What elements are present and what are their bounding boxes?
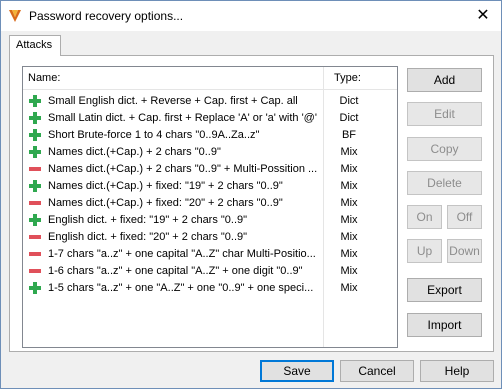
attacks-list[interactable]: Name: Type: Small English dict. + Revers… [22, 66, 398, 348]
table-row[interactable]: 1-6 chars "a..z" + one capital "A..Z" + … [23, 263, 397, 280]
delete-button[interactable]: Delete [407, 171, 482, 195]
table-row[interactable]: Names dict.(+Cap.) + 2 chars "0..9" + Mu… [23, 161, 397, 178]
table-row[interactable]: Small Latin dict. + Cap. first + Replace… [23, 110, 397, 127]
plus-icon[interactable] [29, 214, 41, 226]
table-row[interactable]: Names dict.(+Cap.) + 2 chars "0..9" Mix [23, 144, 397, 161]
row-name: 1-6 chars "a..z" + one capital "A..Z" + … [48, 265, 303, 277]
close-button[interactable]: ✕ [471, 6, 495, 26]
plus-icon[interactable] [29, 129, 41, 141]
plus-icon[interactable] [29, 95, 41, 107]
down-button[interactable]: Down [447, 239, 482, 263]
help-button[interactable]: Help [420, 360, 494, 382]
save-button[interactable]: Save [260, 360, 334, 382]
column-header-type[interactable]: Type: [334, 72, 361, 84]
up-button[interactable]: Up [407, 239, 442, 263]
tab-label: Attacks [16, 39, 53, 51]
row-name: Small English dict. + Reverse + Cap. fir… [48, 95, 298, 107]
table-row[interactable]: 1-5 chars "a..z" + one "A..Z" + one "0..… [23, 280, 397, 297]
plus-icon[interactable] [29, 282, 41, 294]
row-type: Mix [340, 146, 358, 158]
row-type: Mix [340, 163, 358, 175]
add-button[interactable]: Add [407, 68, 482, 92]
row-type: Mix [340, 180, 358, 192]
row-type: Mix [340, 248, 358, 260]
attacks-panel: Name: Type: Small English dict. + Revers… [9, 55, 494, 352]
minus-icon[interactable] [29, 265, 41, 277]
plus-icon[interactable] [29, 180, 41, 192]
row-name: Names dict.(+Cap.) + fixed: "20" + 2 cha… [48, 197, 283, 209]
off-button[interactable]: Off [447, 205, 482, 229]
copy-button[interactable]: Copy [407, 137, 482, 161]
row-type: Mix [340, 282, 358, 294]
table-row[interactable]: English dict. + fixed: "20" + 2 chars "0… [23, 229, 397, 246]
row-name: Names dict.(+Cap.) + 2 chars "0..9" [48, 146, 221, 158]
minus-icon[interactable] [29, 197, 41, 209]
title-bar[interactable]: Password recovery options... ✕ [1, 1, 501, 31]
row-name: Names dict.(+Cap.) + 2 chars "0..9" + Mu… [48, 163, 318, 175]
row-type: Mix [340, 214, 358, 226]
export-button[interactable]: Export [407, 278, 482, 302]
cancel-button[interactable]: Cancel [340, 360, 414, 382]
row-name: Names dict.(+Cap.) + fixed: "19" + 2 cha… [48, 180, 283, 192]
row-type: Mix [340, 265, 358, 277]
close-icon: ✕ [476, 7, 490, 24]
row-type: BF [341, 129, 357, 141]
column-header-name[interactable]: Name: [28, 72, 60, 84]
plus-icon[interactable] [29, 112, 41, 124]
app-logo-icon [9, 10, 21, 22]
minus-icon[interactable] [29, 231, 41, 243]
window-title: Password recovery options... [29, 9, 184, 23]
row-name: English dict. + fixed: "19" + 2 chars "0… [48, 214, 248, 226]
minus-icon[interactable] [29, 163, 41, 175]
table-row[interactable]: 1-7 chars "a..z" + one capital "A..Z" ch… [23, 246, 397, 263]
row-name: 1-7 chars "a..z" + one capital "A..Z" ch… [48, 248, 316, 260]
edit-button[interactable]: Edit [407, 102, 482, 126]
row-name: Small Latin dict. + Cap. first + Replace… [48, 112, 317, 124]
table-row[interactable]: Names dict.(+Cap.) + fixed: "19" + 2 cha… [23, 178, 397, 195]
row-type: Mix [340, 197, 358, 209]
row-name: English dict. + fixed: "20" + 2 chars "0… [48, 231, 248, 243]
row-type: Mix [340, 231, 358, 243]
row-name: Short Brute-force 1 to 4 chars "0..9A..Z… [48, 129, 260, 141]
on-button[interactable]: On [407, 205, 442, 229]
table-row[interactable]: Names dict.(+Cap.) + fixed: "20" + 2 cha… [23, 195, 397, 212]
table-row[interactable]: Short Brute-force 1 to 4 chars "0..9A..Z… [23, 127, 397, 144]
table-row[interactable]: Small English dict. + Reverse + Cap. fir… [23, 93, 397, 110]
minus-icon[interactable] [29, 248, 41, 260]
plus-icon[interactable] [29, 146, 41, 158]
row-type: Dict [339, 95, 359, 107]
row-name: 1-5 chars "a..z" + one "A..Z" + one "0..… [48, 282, 314, 294]
table-row[interactable]: English dict. + fixed: "19" + 2 chars "0… [23, 212, 397, 229]
tab-attacks[interactable]: Attacks [9, 35, 61, 56]
list-header: Name: Type: [23, 67, 397, 90]
row-type: Dict [339, 112, 359, 124]
import-button[interactable]: Import [407, 313, 482, 337]
dialog-window: Password recovery options... ✕ Attacks N… [0, 0, 502, 389]
